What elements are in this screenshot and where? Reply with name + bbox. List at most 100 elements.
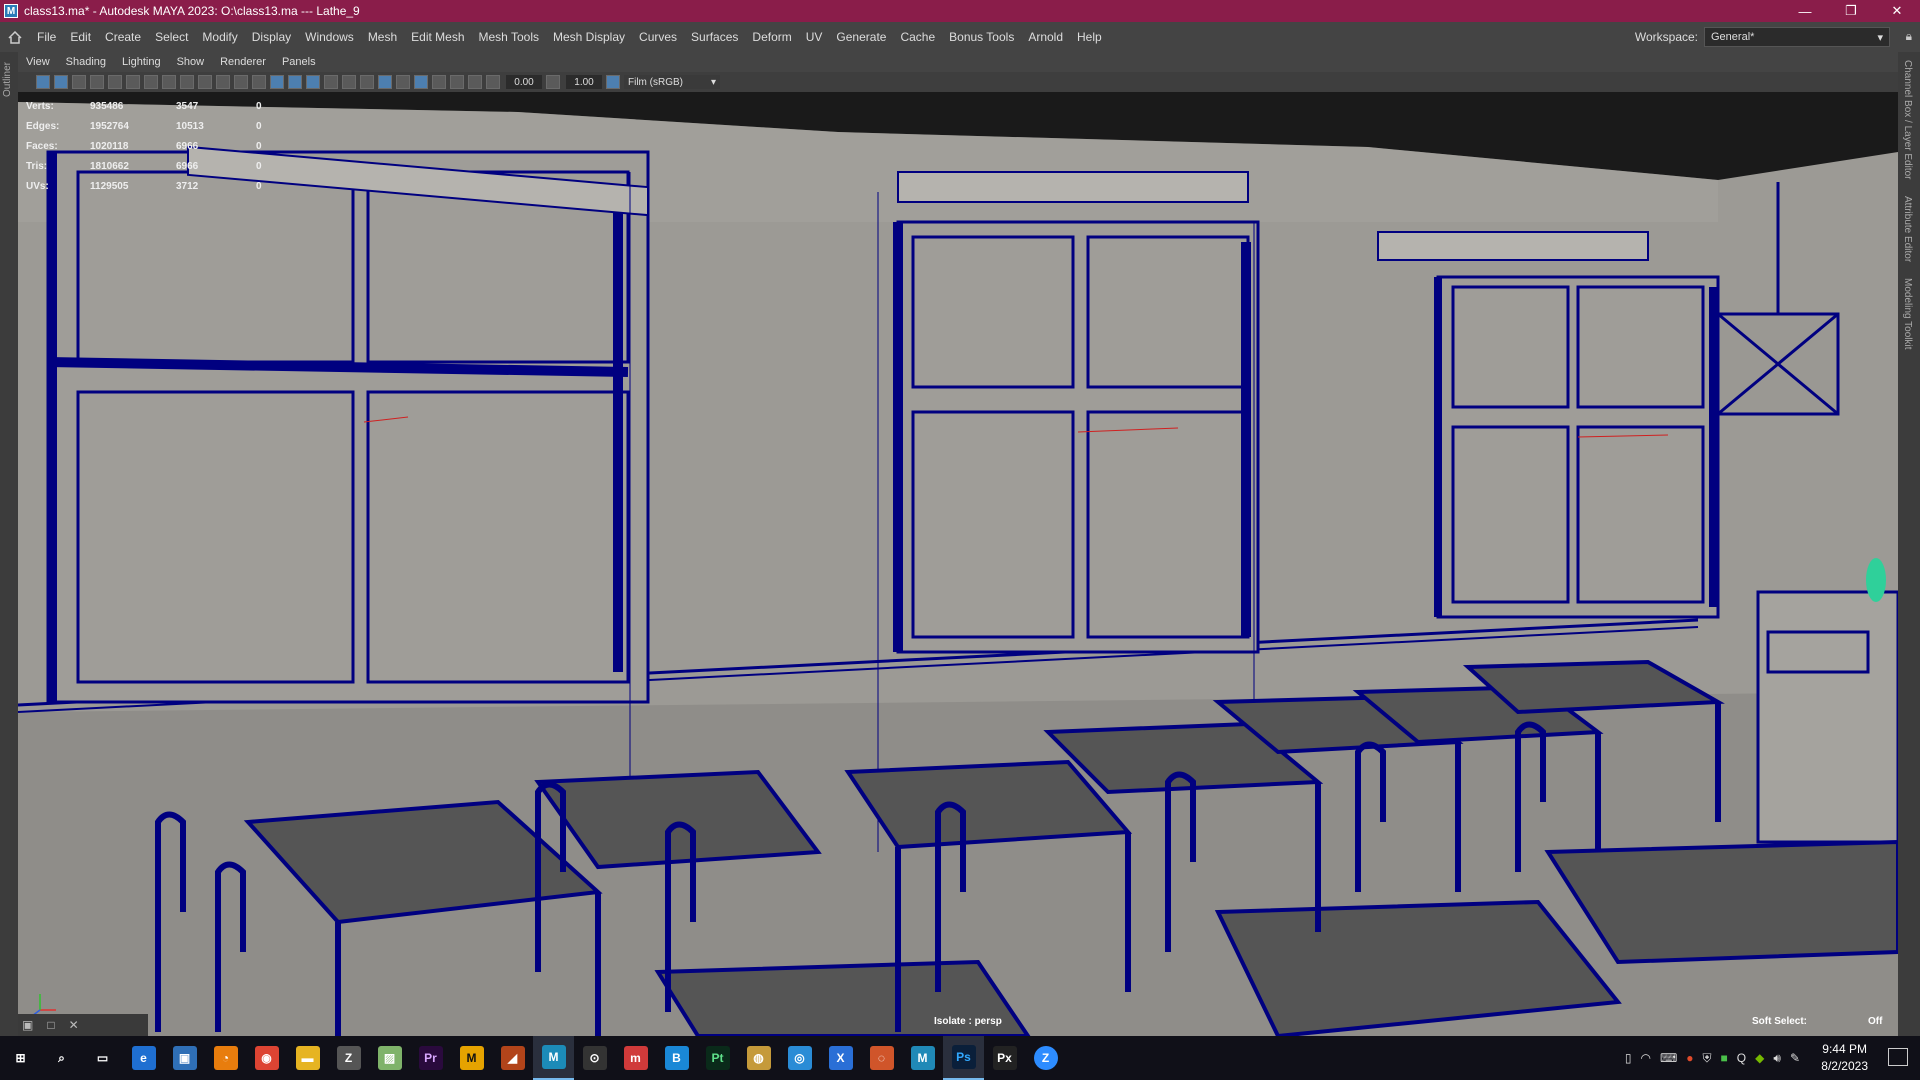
substance-painter-icon[interactable]: ◢: [492, 1036, 533, 1080]
gamma-field[interactable]: 1.00: [566, 75, 602, 89]
image-viewer-icon[interactable]: ▨: [369, 1036, 410, 1080]
menu-mesh-tools[interactable]: Mesh Tools: [472, 30, 546, 44]
isolate-select-icon[interactable]: [414, 75, 428, 89]
ambient-occlusion-icon[interactable]: [432, 75, 446, 89]
menu-mesh-display[interactable]: Mesh Display: [546, 30, 632, 44]
resolution-gate-icon[interactable]: [180, 75, 194, 89]
safe-action-icon[interactable]: [234, 75, 248, 89]
task-view-icon[interactable]: ▭: [82, 1036, 123, 1080]
marmoset-icon[interactable]: M: [451, 1036, 492, 1080]
premiere-icon[interactable]: Pr: [410, 1036, 451, 1080]
xray-icon[interactable]: [378, 75, 392, 89]
menu-edit[interactable]: Edit: [63, 30, 98, 44]
minimize-button[interactable]: —: [1782, 0, 1828, 22]
menu-cache[interactable]: Cache: [893, 30, 942, 44]
exposure-icon[interactable]: [486, 75, 500, 89]
grease-pencil-icon[interactable]: [126, 75, 140, 89]
antialiasing-icon[interactable]: [468, 75, 482, 89]
color-space-select[interactable]: Film (sRGB) ▾: [624, 75, 720, 89]
start-icon[interactable]: ⊞: [0, 1036, 41, 1080]
outliner-strip[interactable]: Outliner: [0, 52, 18, 1036]
grid-icon[interactable]: [144, 75, 158, 89]
usb-icon[interactable]: ▯: [1625, 1051, 1632, 1065]
tray-app-green-icon[interactable]: ■: [1721, 1051, 1728, 1065]
camera-attributes-icon[interactable]: [54, 75, 68, 89]
color-management-icon[interactable]: [606, 75, 620, 89]
substance-b-icon[interactable]: B: [656, 1036, 697, 1080]
file-explorer-icon[interactable]: ▬: [287, 1036, 328, 1080]
keyboard-icon[interactable]: ⌨: [1660, 1051, 1677, 1065]
chrome-icon[interactable]: ◉: [246, 1036, 287, 1080]
menu-arnold[interactable]: Arnold: [1021, 30, 1070, 44]
rizom-icon[interactable]: ◌: [861, 1036, 902, 1080]
shield-icon[interactable]: ⛨: [1703, 1051, 1712, 1066]
gate-mask-icon[interactable]: [198, 75, 212, 89]
home-icon[interactable]: [0, 22, 30, 52]
film-gate-icon[interactable]: [162, 75, 176, 89]
maya2-icon[interactable]: M: [902, 1036, 943, 1080]
search-icon[interactable]: ⌕: [41, 1036, 82, 1080]
panel-menu-view[interactable]: View: [18, 56, 58, 68]
channel-box-tab[interactable]: Channel Box / Layer Editor: [1898, 52, 1917, 188]
menu-mesh[interactable]: Mesh: [361, 30, 404, 44]
exposure-field[interactable]: 0.00: [506, 75, 542, 89]
edge-icon[interactable]: e: [123, 1036, 164, 1080]
panel-menu-panels[interactable]: Panels: [274, 56, 324, 68]
restore-panel-icon[interactable]: □: [47, 1018, 54, 1032]
wifi-icon[interactable]: ◠: [1640, 1051, 1650, 1065]
bookmark-icon[interactable]: [72, 75, 86, 89]
attribute-editor-tab[interactable]: Attribute Editor: [1898, 188, 1917, 270]
field-chart-icon[interactable]: [216, 75, 230, 89]
maya-panel-icon[interactable]: ▣: [22, 1018, 33, 1032]
image-plane-icon[interactable]: [90, 75, 104, 89]
smooth-shade-icon[interactable]: [288, 75, 302, 89]
menu-edit-mesh[interactable]: Edit Mesh: [404, 30, 471, 44]
store-icon[interactable]: ▣: [164, 1036, 205, 1080]
search-tool-icon[interactable]: ⊙: [574, 1036, 615, 1080]
restore-button[interactable]: ❐: [1828, 0, 1874, 22]
menu-select[interactable]: Select: [148, 30, 195, 44]
nvidia-icon[interactable]: ◆: [1755, 1051, 1764, 1065]
panel-menu-shading[interactable]: Shading: [58, 56, 114, 68]
menu-display[interactable]: Display: [245, 30, 298, 44]
maya-taskbar-icon[interactable]: M: [533, 1036, 574, 1080]
px-icon[interactable]: Px: [984, 1036, 1025, 1080]
clock[interactable]: 9:44 PM 8/2/2023: [1821, 1041, 1868, 1075]
gamma-icon[interactable]: [546, 75, 560, 89]
wireframe-icon[interactable]: [270, 75, 284, 89]
select-camera-icon[interactable]: [36, 75, 50, 89]
menu-help[interactable]: Help: [1070, 30, 1109, 44]
menu-windows[interactable]: Windows: [298, 30, 361, 44]
menu-bonus-tools[interactable]: Bonus Tools: [942, 30, 1021, 44]
world-icon[interactable]: ◍: [738, 1036, 779, 1080]
panel-menu-renderer[interactable]: Renderer: [212, 56, 274, 68]
motion-blur-icon[interactable]: [450, 75, 464, 89]
close-button[interactable]: ✕: [1874, 0, 1920, 22]
menu-generate[interactable]: Generate: [829, 30, 893, 44]
2d-pan-icon[interactable]: [108, 75, 122, 89]
x-app-icon[interactable]: X: [820, 1036, 861, 1080]
workspace-select[interactable]: General* ▾: [1704, 27, 1890, 47]
panel-menu-lighting[interactable]: Lighting: [114, 56, 169, 68]
xray-joints-icon[interactable]: [396, 75, 410, 89]
lights-icon[interactable]: [342, 75, 356, 89]
perspective-viewport[interactable]: Verts: 935486 3547 0 Edges: 1952764 1051…: [18, 92, 1898, 1036]
refresh-app-icon[interactable]: ◎: [779, 1036, 820, 1080]
notification-icon[interactable]: [1888, 1048, 1908, 1066]
pen-icon[interactable]: ✎: [1790, 1051, 1800, 1065]
safe-title-icon[interactable]: [252, 75, 266, 89]
shadows-icon[interactable]: [360, 75, 374, 89]
menu-curves[interactable]: Curves: [632, 30, 684, 44]
close-panel-icon[interactable]: ✕: [69, 1018, 79, 1032]
tray-search-icon[interactable]: Q: [1737, 1051, 1746, 1065]
panel-menu-show[interactable]: Show: [169, 56, 213, 68]
menu-uv[interactable]: UV: [799, 30, 830, 44]
zbrush-icon[interactable]: Z: [328, 1036, 369, 1080]
textured-icon[interactable]: [324, 75, 338, 89]
lock-icon[interactable]: 🔒︎: [1906, 29, 1912, 44]
zoom-icon[interactable]: Z: [1025, 1036, 1066, 1080]
menu-file[interactable]: File: [30, 30, 63, 44]
outliner-tab[interactable]: Outliner: [2, 62, 13, 97]
menu-create[interactable]: Create: [98, 30, 148, 44]
menu-surfaces[interactable]: Surfaces: [684, 30, 745, 44]
